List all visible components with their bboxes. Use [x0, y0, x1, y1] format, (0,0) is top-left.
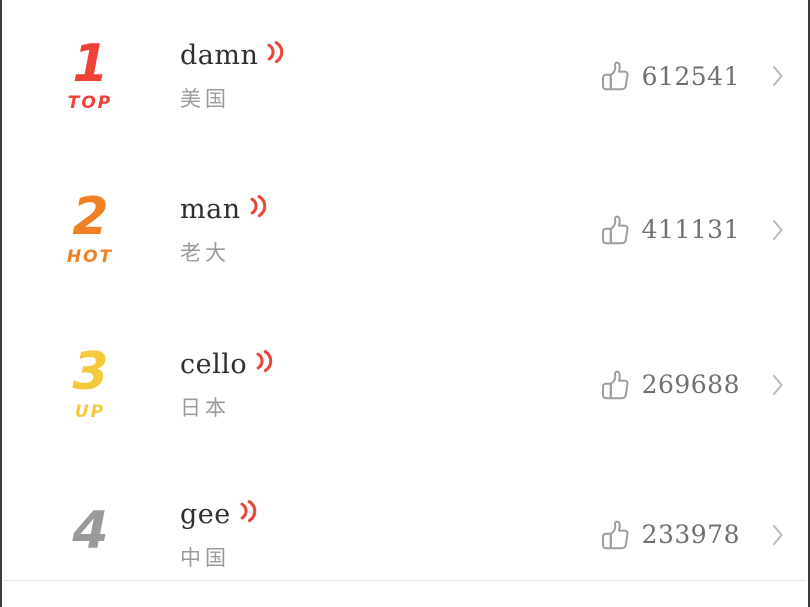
chevron-right-icon[interactable] [770, 522, 786, 548]
sound-wave-icon[interactable] [237, 499, 259, 523]
like-group[interactable]: 233978 [598, 518, 740, 552]
like-group[interactable]: 269688 [598, 368, 740, 402]
like-count: 233978 [641, 520, 740, 549]
like-group[interactable]: 612541 [598, 59, 740, 93]
thumbs-up-icon[interactable] [598, 518, 632, 552]
word-headline: cello [180, 348, 598, 380]
thumbs-up-icon[interactable] [598, 59, 632, 93]
rank-number: 2 [72, 187, 108, 248]
word-translation: 日本 [180, 395, 230, 420]
rank-list-item[interactable]: 2 HOT man 老大 411131 [2, 152, 808, 307]
rank-list-item[interactable]: 4 gee 中国 233978 [2, 462, 808, 607]
sound-wave-icon[interactable] [247, 194, 269, 218]
chevron-right-icon[interactable] [770, 372, 786, 398]
rank-badge: 4 [42, 500, 138, 562]
rank-list-item[interactable]: 1 TOP damn 美国 612541 [2, 0, 808, 152]
sound-wave-icon[interactable] [253, 349, 275, 373]
rank-number: 4 [72, 500, 108, 561]
rank-number: 1 [72, 33, 108, 94]
rank-badge: 3 UP [42, 342, 138, 422]
like-group[interactable]: 411131 [598, 213, 740, 247]
like-count: 411131 [641, 215, 740, 244]
thumbs-up-icon[interactable] [598, 368, 632, 402]
word-text: gee [180, 498, 231, 530]
rank-number: 3 [72, 342, 108, 403]
word-headline: damn [180, 40, 598, 71]
word-headline: man [180, 193, 598, 225]
rank-badge: 1 TOP [42, 33, 138, 114]
word-entry: man 老大 [138, 193, 598, 265]
like-count: 269688 [641, 370, 740, 399]
word-ranking-list: 1 TOP damn 美国 612541 2 HOT man 老大 411131 3 UP cello 日… [2, 0, 808, 607]
word-text: damn [180, 40, 259, 71]
chevron-right-icon[interactable] [770, 217, 786, 243]
app-screen: 1 TOP damn 美国 612541 2 HOT man 老大 411131 3 UP cello 日… [0, 0, 810, 607]
word-entry: cello 日本 [138, 348, 598, 420]
word-text: cello [180, 348, 248, 380]
thumbs-up-icon[interactable] [598, 213, 632, 247]
word-text: man [180, 193, 241, 225]
word-translation: 美国 [180, 87, 230, 111]
sound-wave-icon[interactable] [264, 40, 286, 64]
rank-tag: UP [74, 401, 106, 422]
rank-tag: HOT [66, 246, 114, 267]
chevron-right-icon[interactable] [770, 63, 786, 89]
rank-list-item[interactable]: 3 UP cello 日本 269688 [2, 307, 808, 462]
word-translation: 老大 [180, 240, 230, 265]
word-entry: gee 中国 [138, 498, 598, 570]
rank-tag: TOP [67, 93, 113, 114]
list-bottom-divider [4, 580, 806, 581]
word-entry: damn 美国 [138, 40, 598, 111]
rank-badge: 2 HOT [42, 187, 138, 267]
word-translation: 中国 [180, 545, 230, 570]
word-headline: gee [180, 498, 598, 530]
like-count: 612541 [641, 61, 740, 91]
